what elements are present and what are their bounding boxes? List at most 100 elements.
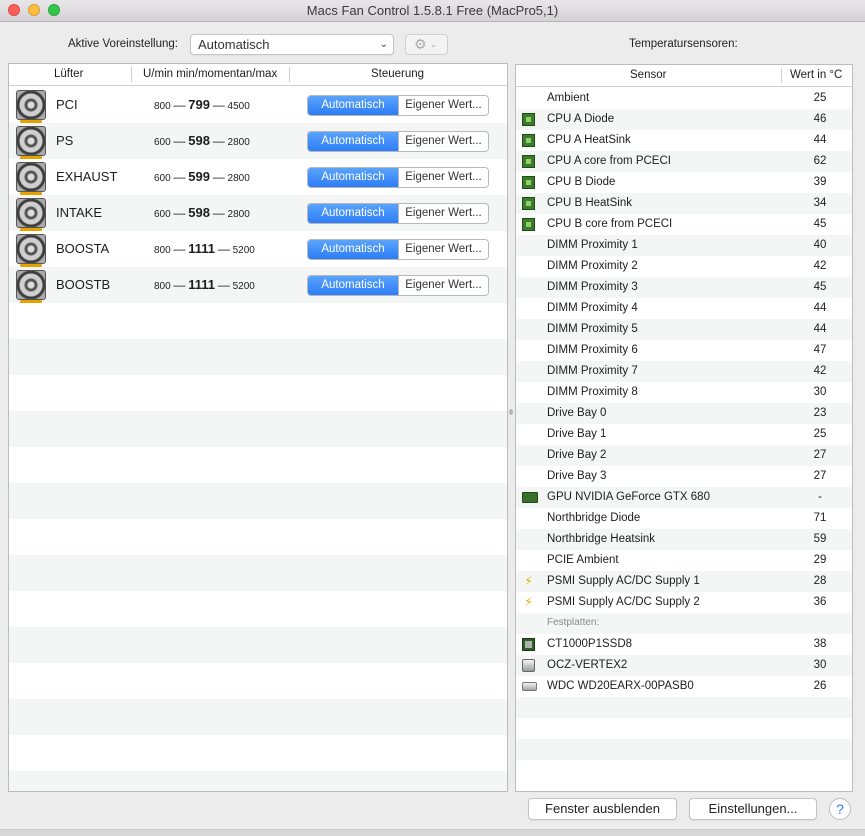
column-header-sensor[interactable]: Sensor	[630, 69, 666, 81]
fan-max-rpm: 5200	[232, 245, 255, 256]
sensor-name: Ambient	[547, 92, 590, 104]
title-bar: Macs Fan Control 1.5.8.1 Free (MacPro5,1…	[0, 0, 865, 22]
fan-custom-value-button[interactable]: Eigener Wert...	[398, 276, 488, 295]
fan-custom-value-button[interactable]: Eigener Wert...	[398, 132, 488, 151]
fan-max-rpm: 2800	[227, 209, 250, 220]
sensors-table-body: Ambient 25 CPU A Diode 46 CPU A HeatSink 44 CP…	[516, 88, 852, 791]
minimize-window-button[interactable]	[28, 4, 40, 16]
sensor-temperature: 34	[813, 197, 827, 209]
sensor-row[interactable]: DIMM Proximity 8 30	[516, 382, 852, 403]
ssd-icon	[522, 638, 535, 651]
preset-select[interactable]: Automatisch ⌄	[190, 34, 394, 55]
fan-speeds: 800 — 1111 — 5200	[154, 277, 255, 292]
fan-row-boostb[interactable]: BOOSTB 800 — 1111 — 5200 Automatisch Eig…	[9, 267, 507, 303]
fan-min-rpm: 600	[154, 209, 171, 220]
cpu-chip-icon	[522, 113, 535, 126]
sensor-row[interactable]: Northbridge Diode 71	[516, 508, 852, 529]
fan-control-segmented: Automatisch Eigener Wert...	[307, 167, 489, 188]
column-header-rpm[interactable]: U/min min/momentan/max	[143, 68, 277, 80]
sensor-row[interactable]: Drive Bay 0 23	[516, 403, 852, 424]
sensor-row[interactable]: ⚡ PSMI Supply AC/DC Supply 2 36	[516, 592, 852, 613]
sensor-temperature: 40	[813, 239, 827, 251]
sensor-row[interactable]: CPU A Diode 46	[516, 109, 852, 130]
disk-name: WDC WD20EARX-00PASB0	[547, 680, 694, 692]
sensor-row[interactable]: DIMM Proximity 7 42	[516, 361, 852, 382]
fan-auto-button[interactable]: Automatisch	[308, 240, 398, 259]
fan-auto-button[interactable]: Automatisch	[308, 168, 398, 187]
cpu-chip-icon	[522, 197, 535, 210]
sensor-temperature: 45	[813, 281, 827, 293]
sensor-temperature: 25	[813, 92, 827, 104]
settings-button[interactable]: Einstellungen...	[689, 798, 817, 820]
sensor-temperature: 30	[813, 386, 827, 398]
disk-row[interactable]: WDC WD20EARX-00PASB0 26	[516, 676, 852, 697]
fan-control-segmented: Automatisch Eigener Wert...	[307, 203, 489, 224]
sensor-row[interactable]: CPU B HeatSink 34	[516, 193, 852, 214]
preset-select-value: Automatisch	[198, 37, 270, 52]
fan-row-ps[interactable]: PS 600 — 598 — 2800 Automatisch Eigener …	[9, 123, 507, 159]
sensor-row[interactable]: Drive Bay 2 27	[516, 445, 852, 466]
sensor-row[interactable]: ⚡ PSMI Supply AC/DC Supply 1 28	[516, 571, 852, 592]
sensor-row[interactable]: PCIE Ambient 29	[516, 550, 852, 571]
sensor-temperature: 25	[813, 428, 827, 440]
sensor-temperature: 28	[813, 575, 827, 587]
split-view-divider-handle[interactable]	[509, 409, 513, 415]
sensor-temperature: 62	[813, 155, 827, 167]
disk-name: OCZ-VERTEX2	[547, 659, 628, 671]
fan-row-pci[interactable]: PCI 800 — 799 — 4500 Automatisch Eigener…	[9, 87, 507, 123]
sensor-row[interactable]: DIMM Proximity 3 45	[516, 277, 852, 298]
help-button[interactable]: ?	[829, 798, 851, 820]
fan-icon	[16, 270, 46, 303]
fan-speeds: 600 — 598 — 2800	[154, 205, 250, 220]
disk-temperature: 30	[813, 659, 827, 671]
fan-current-rpm: 799	[188, 97, 210, 112]
sensor-row[interactable]: DIMM Proximity 4 44	[516, 298, 852, 319]
sensor-temperature: 44	[813, 134, 827, 146]
sensor-name: CPU A core from PCECI	[547, 155, 671, 167]
preset-actions-button[interactable]: ⚙ ⌄	[405, 34, 448, 55]
fan-auto-button[interactable]: Automatisch	[308, 204, 398, 223]
fan-auto-button[interactable]: Automatisch	[308, 132, 398, 151]
sensor-row[interactable]: Drive Bay 3 27	[516, 466, 852, 487]
disk-name: CT1000P1SSD8	[547, 638, 633, 650]
column-header-control[interactable]: Steuerung	[371, 68, 424, 80]
sensor-name: PCIE Ambient	[547, 554, 619, 566]
sensor-name: DIMM Proximity 7	[547, 365, 638, 377]
fan-row-boosta[interactable]: BOOSTA 800 — 1111 — 5200 Automatisch Eig…	[9, 231, 507, 267]
hide-window-button[interactable]: Fenster ausblenden	[528, 798, 677, 820]
fan-name: PS	[56, 133, 74, 148]
sensor-row[interactable]: Northbridge Heatsink 59	[516, 529, 852, 550]
sensor-row[interactable]: Drive Bay 1 25	[516, 424, 852, 445]
fan-custom-value-button[interactable]: Eigener Wert...	[398, 204, 488, 223]
sensor-row[interactable]: CPU A core from PCECI 62	[516, 151, 852, 172]
fan-custom-value-button[interactable]: Eigener Wert...	[398, 168, 488, 187]
fan-row-exhaust[interactable]: EXHAUST 600 — 599 — 2800 Automatisch Eig…	[9, 159, 507, 195]
sensor-row[interactable]: DIMM Proximity 2 42	[516, 256, 852, 277]
sensor-row[interactable]: CPU A HeatSink 44	[516, 130, 852, 151]
fan-speeds: 800 — 1111 — 5200	[154, 241, 255, 256]
sensor-row[interactable]: DIMM Proximity 5 44	[516, 319, 852, 340]
fan-name: EXHAUST	[56, 169, 118, 184]
sensor-row[interactable]: Ambient 25	[516, 88, 852, 109]
fan-custom-value-button[interactable]: Eigener Wert...	[398, 96, 488, 115]
fan-auto-button[interactable]: Automatisch	[308, 96, 398, 115]
column-header-value[interactable]: Wert in °C	[790, 69, 842, 81]
sensor-row[interactable]: CPU B core from PCECI 45	[516, 214, 852, 235]
sensor-row[interactable]: DIMM Proximity 1 40	[516, 235, 852, 256]
close-window-button[interactable]	[8, 4, 20, 16]
zoom-window-button[interactable]	[48, 4, 60, 16]
disk-row[interactable]: OCZ-VERTEX2 30	[516, 655, 852, 676]
sensor-row[interactable]: DIMM Proximity 6 47	[516, 340, 852, 361]
sensor-temperature: 27	[813, 449, 827, 461]
fan-custom-value-button[interactable]: Eigener Wert...	[398, 240, 488, 259]
sensor-name: PSMI Supply AC/DC Supply 1	[547, 575, 700, 587]
column-header-fan[interactable]: Lüfter	[54, 68, 83, 80]
sensor-temperature: -	[818, 491, 822, 503]
fan-auto-button[interactable]: Automatisch	[308, 276, 398, 295]
fan-control-segmented: Automatisch Eigener Wert...	[307, 131, 489, 152]
sensor-row[interactable]: GPU NVIDIA GeForce GTX 680 -	[516, 487, 852, 508]
fan-row-intake[interactable]: INTAKE 600 — 598 — 2800 Automatisch Eige…	[9, 195, 507, 231]
sensor-row[interactable]: CPU B Diode 39	[516, 172, 852, 193]
cpu-chip-icon	[522, 134, 535, 147]
disk-row[interactable]: CT1000P1SSD8 38	[516, 634, 852, 655]
